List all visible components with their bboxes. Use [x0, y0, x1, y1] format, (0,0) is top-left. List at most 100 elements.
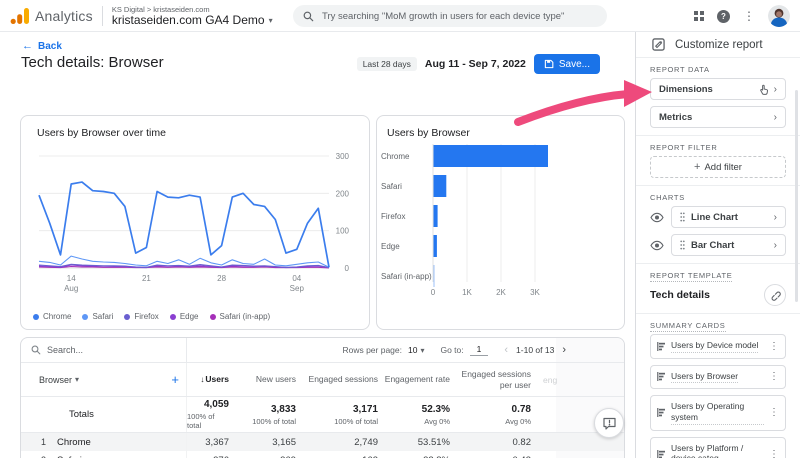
card-menu-icon[interactable]: ⋮ — [769, 371, 779, 382]
metrics-button[interactable]: Metrics › — [650, 106, 786, 128]
cell-new-users: 369 — [231, 451, 298, 458]
x-axis-tick-sublabel: Sep — [290, 284, 305, 293]
edit-report-icon — [652, 38, 665, 51]
legend-label: Chrome — [43, 312, 71, 321]
topbar: Analytics KS Digital > kristaseiden.com … — [0, 0, 800, 32]
cell-engaged-sessions: 2,749 — [298, 433, 380, 451]
plus-icon: + — [694, 161, 700, 173]
account-switcher[interactable]: KS Digital > kristaseiden.com kristaseid… — [112, 5, 273, 27]
page-title: Tech details: Browser — [21, 54, 164, 71]
cell-engaged-sessions: 163 — [298, 451, 380, 458]
y-axis-tick-label: 200 — [336, 189, 350, 198]
help-icon[interactable]: ? — [717, 10, 730, 23]
legend-label: Safari — [92, 312, 113, 321]
feedback-button[interactable] — [594, 408, 624, 438]
next-page-icon[interactable]: › — [562, 344, 566, 356]
rows-per-page-select[interactable]: 10 ▾ — [408, 345, 424, 355]
total-new-users: 3,833 — [271, 404, 296, 415]
summary-card[interactable]: Users by Device model ⋮ — [650, 334, 786, 359]
line-chart-row: Line Chart › — [650, 206, 786, 228]
y-axis-tick-label: 0 — [345, 264, 350, 273]
table-controls: Search... Rows per page: 10 ▾ Go to: 1 ‹… — [21, 338, 624, 363]
cursor-hand-icon — [758, 83, 770, 96]
column-label: Users — [205, 374, 229, 384]
search-icon — [31, 345, 41, 355]
chevron-right-icon: › — [774, 84, 777, 95]
column-header-users[interactable]: ↓Users — [187, 363, 231, 396]
total-engagement-rate: 52.3% — [422, 404, 450, 415]
sidebar-scrollbar[interactable] — [795, 90, 798, 302]
account-name: kristaseiden.com GA4 Demo — [112, 14, 265, 27]
summary-card-label: Users by Operating system — [671, 401, 764, 424]
table-row[interactable]: 1 Chrome 3,367 3,165 2,749 53.51% 0.82 — [21, 433, 624, 451]
summary-card[interactable]: Users by Operating system ⋮ — [650, 395, 786, 430]
apps-grid-icon[interactable] — [694, 11, 704, 21]
legend-dot — [124, 314, 130, 320]
date-range-chip[interactable]: Last 28 days — [357, 57, 417, 71]
line-chart-card: Users by Browser over time 010020030014A… — [20, 115, 370, 330]
column-label-line2: per user — [500, 380, 531, 391]
x-axis-tick-label: 21 — [142, 274, 151, 283]
drag-handle-icon[interactable] — [680, 240, 685, 250]
global-search-input[interactable]: Try searching "MoM growth in users for e… — [293, 5, 607, 27]
avatar[interactable] — [768, 5, 790, 27]
pagination-controls: Rows per page: 10 ▾ Go to: 1 ‹ 1-10 of 1… — [187, 338, 624, 362]
bar-category-label: Safari (in-app) — [381, 272, 432, 281]
x-axis-tick-label: 1K — [462, 288, 472, 297]
summary-card-text: Users by Operating system — [671, 401, 764, 424]
column-header-browser[interactable]: Browser ▾ + — [21, 363, 187, 396]
brand-name: Analytics — [35, 8, 93, 24]
summary-card[interactable]: Users by Platform / device categ... ⋮ — [650, 437, 786, 458]
table-search-placeholder: Search... — [47, 345, 83, 355]
visibility-eye-icon[interactable] — [650, 240, 664, 251]
report-template-section: REPORT TEMPLATE Tech details — [636, 264, 800, 314]
drag-handle-icon[interactable] — [680, 212, 685, 222]
more-options-icon[interactable]: ⋮ — [743, 10, 755, 22]
line-chart-button[interactable]: Line Chart › — [671, 206, 786, 228]
bar-chart-label: Bar Chart — [691, 240, 734, 251]
total-users-sub: 100% of total — [187, 412, 229, 430]
unlink-template-button[interactable] — [764, 284, 786, 306]
total-engaged-per-user-sub: Avg 0% — [505, 417, 531, 426]
metrics-label: Metrics — [659, 112, 692, 123]
add-filter-button[interactable]: + Add filter — [650, 156, 786, 178]
column-header-engagement-rate[interactable]: Engagement rate — [380, 363, 452, 396]
row-dimension-value: Safari — [57, 451, 187, 458]
previous-page-icon[interactable]: ‹ — [504, 344, 508, 356]
unlink-icon — [770, 290, 781, 301]
add-column-icon[interactable]: + — [171, 372, 179, 387]
back-arrow-icon: ← — [22, 40, 33, 52]
card-menu-icon[interactable]: ⋮ — [769, 341, 779, 352]
card-menu-icon[interactable]: ⋮ — [769, 407, 779, 418]
x-axis-tick-sublabel: Aug — [64, 284, 78, 293]
row-number: 2 — [21, 451, 57, 458]
column-header-engaged-sessions-per-user[interactable]: Engaged sessions per user — [452, 363, 533, 396]
cell-users: 3,367 — [187, 433, 231, 451]
dimensions-button[interactable]: Dimensions › — [650, 78, 786, 100]
card-menu-icon[interactable]: ⋮ — [769, 449, 779, 458]
bar-chart-button[interactable]: Bar Chart › — [671, 234, 786, 256]
date-range-value[interactable]: Aug 11 - Sep 7, 2022 — [425, 58, 526, 70]
report-main: ← Back Tech details: Browser Last 28 day… — [0, 32, 635, 458]
series-line-Chrome — [39, 182, 329, 267]
totals-label: Totals — [21, 397, 187, 432]
chevron-down-icon: ▾ — [269, 16, 273, 25]
column-header-engaged-sessions[interactable]: Engaged sessions — [298, 363, 380, 396]
section-label: REPORT DATA — [650, 65, 786, 74]
legend-dot — [210, 314, 216, 320]
table-row[interactable]: 2 Safari 376 369 163 32.8% 0.43 — [21, 451, 624, 458]
visibility-eye-icon[interactable] — [650, 212, 664, 223]
goto-page-input[interactable]: 1 — [470, 344, 489, 356]
cell-new-users: 3,165 — [231, 433, 298, 451]
column-header-new-users[interactable]: New users — [231, 363, 298, 396]
back-button[interactable]: ← Back — [22, 40, 62, 52]
analytics-home-link[interactable]: Analytics — [10, 7, 93, 25]
save-button[interactable]: Save... — [534, 54, 600, 74]
bar-Edge — [434, 235, 437, 257]
column-label: New users — [256, 374, 296, 385]
line-chart-label: Line Chart — [691, 212, 738, 223]
table-search-input[interactable]: Search... — [21, 338, 187, 362]
summary-card[interactable]: Users by Browser ⋮ — [650, 365, 786, 390]
x-axis-tick-label: 14 — [67, 274, 76, 283]
summary-card-text: Users by Device model — [671, 340, 758, 353]
